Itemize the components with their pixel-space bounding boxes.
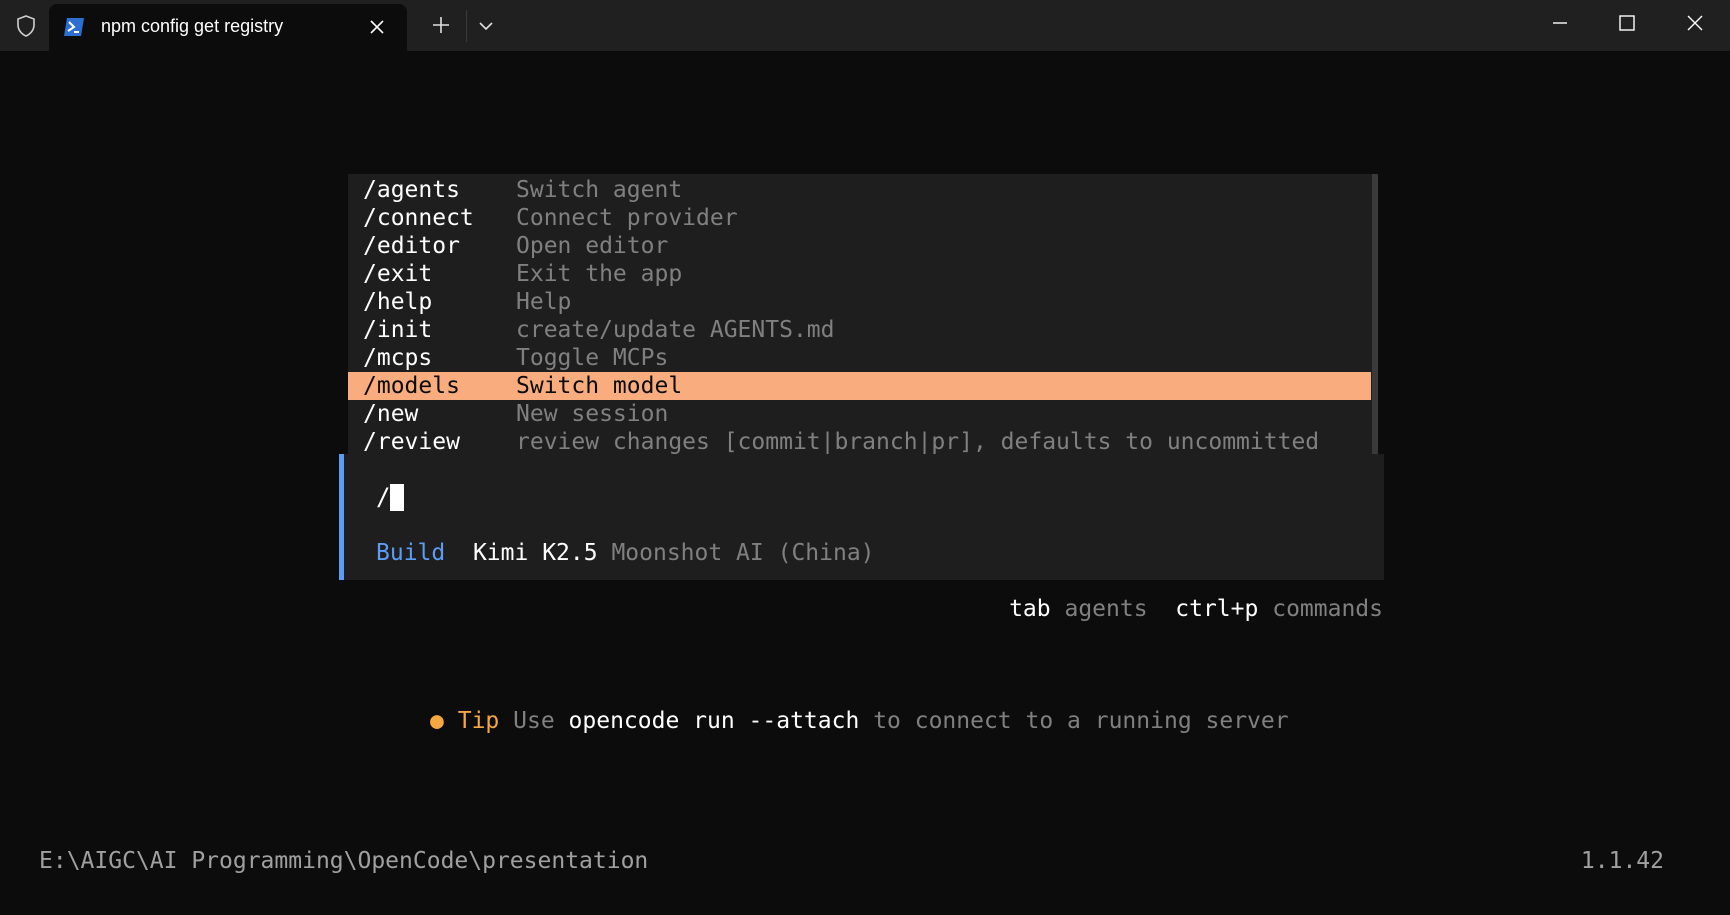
tip-code: opencode run --attach (568, 708, 860, 734)
command-name: /agents (363, 177, 460, 203)
command-desc: Help (516, 289, 572, 315)
text-cursor (390, 484, 404, 511)
command-item-agents[interactable]: /agents Switch agent (348, 176, 1371, 204)
command-name: /review (363, 429, 460, 455)
plus-icon[interactable] (431, 15, 451, 35)
provider-name: Moonshot AI (China) (611, 540, 875, 566)
command-desc: New session (516, 401, 669, 427)
command-name: /models (363, 373, 460, 399)
command-name: /new (363, 401, 419, 427)
tip-text-pre: Use (513, 708, 555, 734)
command-item-init[interactable]: /init create/update AGENTS.md (348, 316, 1371, 344)
hint-agents: agents (1064, 596, 1148, 622)
agent-model-line: Build Kimi K2.5 Moonshot AI (China) (376, 538, 875, 568)
command-desc: Exit the app (516, 261, 683, 287)
popup-edge (339, 174, 348, 454)
hint-commands: commands (1272, 596, 1383, 622)
chevron-down-icon[interactable] (477, 17, 495, 35)
tip-label: Tip (457, 708, 500, 734)
command-name: /init (363, 317, 433, 343)
command-item-connect[interactable]: /connect Connect provider (348, 204, 1371, 232)
command-name: /help (363, 289, 433, 315)
minimize-icon[interactable] (1549, 12, 1571, 34)
prompt-accent-bar (339, 454, 344, 580)
powershell-icon (64, 18, 84, 36)
prompt-input[interactable]: / (376, 482, 390, 512)
hint-key-ctrl-p: ctrl+p (1175, 596, 1259, 622)
command-item-new[interactable]: /new New session (348, 400, 1371, 428)
keyboard-hints: tab agents ctrl+p commands (1009, 594, 1383, 624)
command-name: /mcps (363, 345, 433, 371)
command-item-models[interactable]: /models Switch model (348, 372, 1371, 400)
divider (466, 10, 467, 42)
popup-scrollbar[interactable] (1372, 174, 1378, 454)
model-name: Kimi K2.5 (472, 540, 598, 566)
close-icon[interactable] (1684, 12, 1706, 34)
command-item-exit[interactable]: /exit Exit the app (348, 260, 1371, 288)
tip-line: ● Tip Use opencode run --attach to conne… (430, 706, 1289, 736)
working-directory: E:\AIGC\AI Programming\OpenCode\presenta… (39, 848, 649, 874)
hint-key-tab: tab (1009, 596, 1051, 622)
command-item-mcps[interactable]: /mcps Toggle MCPs (348, 344, 1371, 372)
version-label: 1.1.42 (1580, 848, 1664, 874)
tip-text-post: to connect to a running server (873, 708, 1289, 734)
command-item-review[interactable]: /review review changes [commit|branch|pr… (348, 428, 1371, 456)
command-desc: Switch agent (516, 177, 683, 203)
tab-title: npm config get registry (101, 16, 284, 36)
command-name: /connect (363, 205, 474, 231)
command-desc: create/update AGENTS.md (516, 317, 835, 343)
command-item-editor[interactable]: /editor Open editor (348, 232, 1371, 260)
command-name: /editor (363, 233, 460, 259)
bullet-icon: ● (430, 708, 444, 734)
command-desc: Open editor (516, 233, 669, 259)
command-desc: Connect provider (516, 205, 738, 231)
title-bar: npm config get registry (0, 0, 1730, 51)
terminal-tab[interactable]: npm config get registry (49, 4, 407, 51)
shield-icon[interactable] (14, 14, 38, 38)
command-desc: review changes [commit|branch|pr], defau… (516, 429, 1320, 455)
command-desc: Toggle MCPs (516, 345, 669, 371)
command-name: /exit (363, 261, 433, 287)
close-icon[interactable] (367, 17, 387, 37)
command-item-help[interactable]: /help Help (348, 288, 1371, 316)
command-desc: Switch model (516, 373, 683, 399)
maximize-icon[interactable] (1616, 12, 1638, 34)
agent-name[interactable]: Build (376, 540, 445, 566)
